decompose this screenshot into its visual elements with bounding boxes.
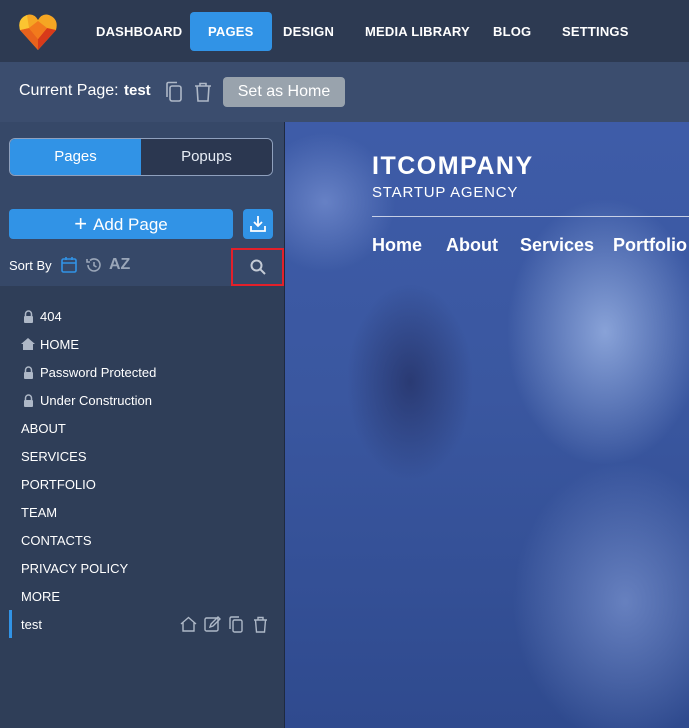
download-icon [250,216,266,232]
page-label: HOME [40,336,79,352]
copy-icon[interactable] [226,614,246,634]
nav-dashboard[interactable]: DASHBOARD [96,12,182,51]
trash-icon[interactable] [193,81,213,103]
add-page-button[interactable]: + Add Page [9,209,233,239]
page-label: Password Protected [40,364,157,380]
nav-pages[interactable]: PAGES [190,12,272,51]
sort-az-option[interactable]: AZ [109,256,130,274]
current-page-value: test [124,82,151,99]
tab-pages[interactable]: Pages [10,139,141,175]
lock-icon [21,393,35,407]
plus-icon: + [74,211,88,236]
preview-tagline: STARTUP AGENCY [372,184,519,201]
page-label: test [21,616,42,632]
calendar-icon[interactable] [58,254,80,276]
nav-settings[interactable]: SETTINGS [562,12,629,51]
preview-nav-portfolio[interactable]: Portfolio [613,235,687,256]
heart-logo-icon[interactable] [18,13,58,51]
pages-popups-toggle: Pages Popups [9,138,273,176]
list-item[interactable]: CONTACTS [0,526,284,554]
list-item[interactable]: MORE [0,582,284,610]
download-button[interactable] [243,209,273,239]
history-icon[interactable] [83,254,105,276]
home-icon [21,337,35,351]
sort-by-label: Sort By [9,258,52,273]
copy-icon[interactable] [164,81,184,103]
list-item[interactable]: Under Construction [0,386,284,414]
top-navigation: DASHBOARD PAGES DESIGN MEDIA LIBRARY BLO… [0,0,689,62]
trash-icon[interactable] [250,614,270,634]
preview-nav-services[interactable]: Services [520,235,594,256]
list-item[interactable]: SERVICES [0,442,284,470]
lock-icon [21,365,35,379]
page-label: 404 [40,308,62,324]
current-page-label: Current Page: [19,82,119,99]
list-item[interactable]: PORTFOLIO [0,470,284,498]
list-item[interactable]: Password Protected [0,358,284,386]
page-preview[interactable] [284,122,689,728]
add-page-label: Add Page [93,215,168,234]
page-label: PRIVACY POLICY [21,560,129,576]
nav-media-library[interactable]: MEDIA LIBRARY [365,12,470,51]
nav-blog[interactable]: BLOG [493,12,531,51]
page-label: CONTACTS [21,532,92,548]
list-item[interactable]: 404 [0,302,284,330]
list-item[interactable]: HOME [0,330,284,358]
preview-nav-about[interactable]: About [446,235,498,256]
list-item[interactable]: ABOUT [0,414,284,442]
tab-popups[interactable]: Popups [141,139,272,175]
page-label: MORE [21,588,60,604]
set-home-icon[interactable] [178,614,198,634]
preview-brand: ITCOMPANY [372,152,534,180]
search-icon [250,259,266,275]
page-label: Under Construction [40,392,152,408]
page-label: TEAM [21,504,58,520]
set-as-home-button[interactable]: Set as Home [223,77,345,107]
lock-icon [21,309,35,323]
page-label: PORTFOLIO [21,476,96,492]
preview-divider [372,216,689,217]
row-actions [178,614,270,634]
edit-icon[interactable] [202,614,222,634]
page-label: SERVICES [21,448,87,464]
search-button[interactable] [231,248,284,286]
page-label: ABOUT [21,420,66,436]
list-item[interactable]: TEAM [0,498,284,526]
list-item-selected[interactable]: test [0,610,284,638]
preview-nav-home[interactable]: Home [372,235,422,256]
nav-design[interactable]: DESIGN [283,12,334,51]
list-item[interactable]: PRIVACY POLICY [0,554,284,582]
